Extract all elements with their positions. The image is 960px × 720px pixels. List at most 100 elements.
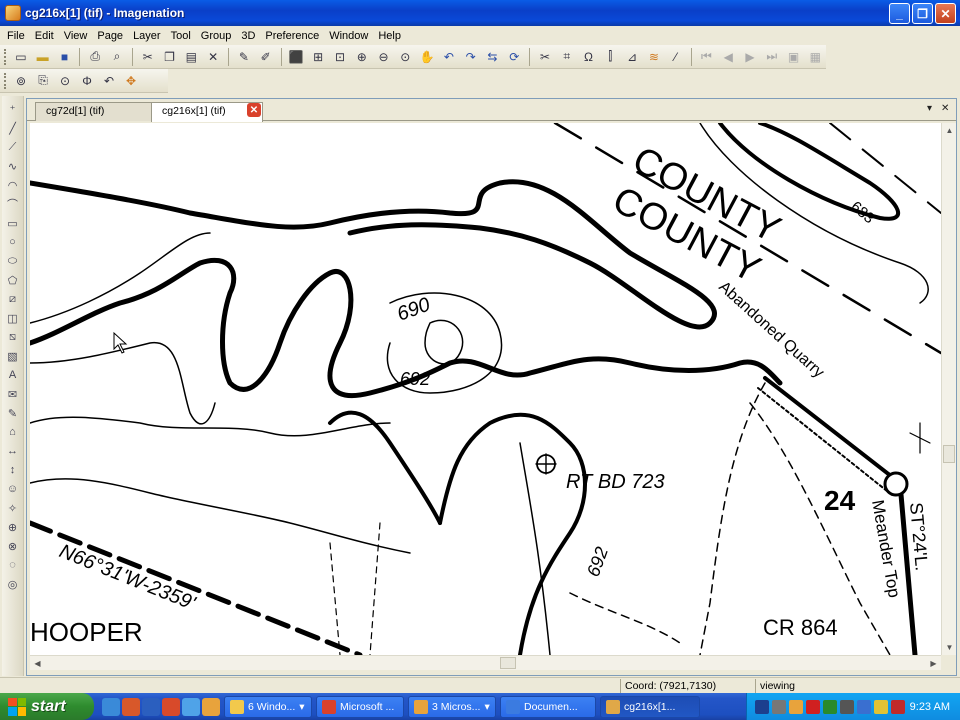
- minimize-button[interactable]: _: [889, 3, 910, 24]
- app-launcher-icon[interactable]: [162, 697, 180, 716]
- scissors-icon[interactable]: ✂: [535, 48, 555, 66]
- tab-cg72d[interactable]: cg72d[1] (tif): [35, 102, 153, 121]
- menu-group[interactable]: Group: [196, 30, 237, 42]
- tab-list-dropdown-icon[interactable]: ▾: [927, 103, 932, 114]
- tray-security-icon[interactable]: [823, 699, 837, 714]
- select-icon[interactable]: ⬛: [287, 48, 307, 66]
- tray-messenger-icon[interactable]: [874, 699, 888, 714]
- tray-printer-icon[interactable]: [840, 699, 854, 714]
- toolbar-grip[interactable]: [4, 72, 7, 89]
- stamp-icon[interactable]: ⎘: [33, 72, 53, 90]
- delete-icon[interactable]: ✕: [203, 48, 223, 66]
- stamp-tool-icon[interactable]: ⌂: [4, 423, 22, 441]
- magic-icon[interactable]: ✧: [4, 499, 22, 517]
- layers-icon[interactable]: ≋: [644, 48, 664, 66]
- user-icon[interactable]: ☺: [4, 480, 22, 498]
- app-icon[interactable]: [5, 5, 21, 21]
- crosshair-icon[interactable]: ⊗: [4, 537, 22, 555]
- messenger-icon[interactable]: [202, 697, 220, 716]
- polygon-icon[interactable]: ⬠: [4, 271, 22, 289]
- open-icon[interactable]: ▬: [33, 48, 53, 66]
- tray-mail-icon[interactable]: [789, 699, 803, 714]
- phi-icon[interactable]: Φ: [77, 72, 97, 90]
- note-icon[interactable]: ✉: [4, 385, 22, 403]
- refresh-icon[interactable]: ⟳: [504, 48, 524, 66]
- box-icon[interactable]: ◫: [4, 309, 22, 327]
- vertical-scroll-thumb[interactable]: [943, 445, 955, 463]
- prev-page-icon[interactable]: ◀: [718, 48, 738, 66]
- tray-alert-icon[interactable]: [806, 699, 820, 714]
- ring-icon[interactable]: ◎: [4, 575, 22, 593]
- print-icon[interactable]: ⎙: [85, 48, 105, 66]
- lasso-icon[interactable]: ◌: [4, 556, 22, 574]
- pan-hand-icon[interactable]: ✋: [417, 48, 437, 66]
- line-icon[interactable]: ╱: [4, 119, 22, 137]
- curve-icon[interactable]: ⌒: [4, 195, 22, 213]
- omega-icon[interactable]: Ω: [579, 48, 599, 66]
- zoom-in-icon[interactable]: ⊕: [352, 48, 372, 66]
- eraser-icon[interactable]: ✐: [256, 48, 276, 66]
- tray-volume-icon[interactable]: [857, 699, 871, 714]
- taskbar-button-windows-group[interactable]: 6 Windo... ▾: [224, 695, 312, 718]
- paste-icon[interactable]: ▤: [181, 48, 201, 66]
- ellipse-icon[interactable]: ⬭: [4, 252, 22, 270]
- vertical-scrollbar[interactable]: ▲ ▼: [941, 123, 956, 655]
- print-preview-icon[interactable]: ⌕: [107, 48, 127, 66]
- last-page-icon[interactable]: ⏭: [762, 48, 782, 66]
- zoom-out-icon[interactable]: ⊖: [374, 48, 394, 66]
- save-icon[interactable]: ■: [55, 48, 75, 66]
- menu-preference[interactable]: Preference: [260, 30, 324, 42]
- taskbar-button-micros-group[interactable]: 3 Micros... ▾: [408, 695, 496, 718]
- tray-network-icon[interactable]: [772, 699, 786, 714]
- brush-icon[interactable]: ⁄: [666, 48, 686, 66]
- page-setup-icon[interactable]: ▣: [784, 48, 804, 66]
- hatch-icon[interactable]: ⧅: [4, 328, 22, 346]
- outlook-icon[interactable]: [122, 697, 140, 716]
- taskbar-button-microsoft[interactable]: Microsoft ...: [316, 695, 404, 718]
- next-page-icon[interactable]: ▶: [740, 48, 760, 66]
- toolbar-grip[interactable]: [4, 48, 7, 65]
- undo-arrow-icon[interactable]: ↶: [99, 72, 119, 90]
- vertical-dimension-icon[interactable]: ↕: [4, 461, 22, 479]
- crop-icon[interactable]: ⌗: [557, 48, 577, 66]
- pen-icon[interactable]: ✎: [234, 48, 254, 66]
- taskbar-button-cg216x[interactable]: cg216x[1...: [600, 695, 700, 718]
- title-bar[interactable]: cg216x[1] (tif) - Imagenation _ ❐ ✕: [0, 0, 960, 26]
- system-clock[interactable]: 9:23 AM: [910, 701, 950, 713]
- diagonal-rect-icon[interactable]: ⧄: [4, 290, 22, 308]
- target-icon[interactable]: ⊕: [4, 518, 22, 536]
- close-document-icon[interactable]: ✕: [941, 103, 949, 114]
- menu-view[interactable]: View: [59, 30, 93, 42]
- new-icon[interactable]: ▭: [11, 48, 31, 66]
- maximize-button[interactable]: ❐: [912, 3, 933, 24]
- menu-edit[interactable]: Edit: [30, 30, 59, 42]
- menu-file[interactable]: File: [2, 30, 30, 42]
- polyline-icon[interactable]: ⟋: [4, 138, 22, 156]
- internet-explorer-icon[interactable]: [182, 697, 200, 716]
- highlighter-icon[interactable]: ✎: [4, 404, 22, 422]
- menu-3d[interactable]: 3D: [236, 30, 260, 42]
- close-button[interactable]: ✕: [935, 3, 956, 24]
- rotate-right-icon[interactable]: ↷: [461, 48, 481, 66]
- show-desktop-icon[interactable]: [102, 697, 120, 716]
- menu-tool[interactable]: Tool: [166, 30, 196, 42]
- scroll-right-icon[interactable]: ▶: [926, 656, 941, 671]
- scroll-up-icon[interactable]: ▲: [942, 123, 957, 138]
- text-icon[interactable]: A: [4, 366, 22, 384]
- capture-icon[interactable]: ⊚: [11, 72, 31, 90]
- rotate-left-icon[interactable]: ↶: [439, 48, 459, 66]
- scroll-down-icon[interactable]: ▼: [942, 640, 957, 655]
- scroll-left-icon[interactable]: ◀: [30, 656, 45, 671]
- menu-help[interactable]: Help: [373, 30, 406, 42]
- menu-page[interactable]: Page: [92, 30, 128, 42]
- split-icon[interactable]: ⫿: [600, 48, 620, 66]
- circle-icon[interactable]: ○: [4, 233, 22, 251]
- arc-icon[interactable]: ◠: [4, 176, 22, 194]
- menu-window[interactable]: Window: [324, 30, 373, 42]
- word-icon[interactable]: [142, 697, 160, 716]
- zoom-fit-icon[interactable]: ⊡: [330, 48, 350, 66]
- horizontal-scrollbar[interactable]: ◀ ▶: [30, 655, 941, 670]
- copy-icon[interactable]: ❐: [160, 48, 180, 66]
- tray-monitor-icon[interactable]: [755, 699, 769, 714]
- thumbnails-icon[interactable]: ▦: [805, 48, 825, 66]
